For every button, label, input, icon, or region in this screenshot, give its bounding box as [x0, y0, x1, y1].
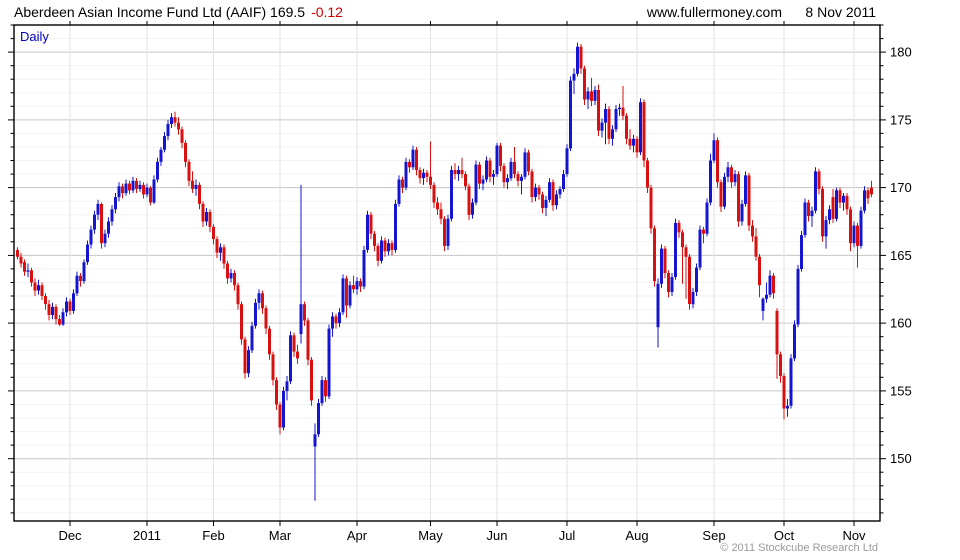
frequency-label: Daily: [20, 29, 49, 44]
svg-text:160: 160: [890, 316, 912, 331]
instrument-title: Aberdeen Asian Income Fund Ltd (AAIF) 16…: [14, 4, 306, 20]
svg-text:Dec: Dec: [58, 528, 82, 543]
report-date: 8 Nov 2011: [805, 4, 876, 20]
svg-text:Feb: Feb: [202, 528, 224, 543]
copyright-label: © 2011 Stockcube Research Ltd: [720, 542, 878, 554]
svg-text:May: May: [418, 528, 443, 543]
page-title: Aberdeen Asian Income Fund Ltd (AAIF) 16…: [14, 4, 343, 20]
chart-page: Aberdeen Asian Income Fund Ltd (AAIF) 16…: [0, 0, 960, 560]
grid-layer: [14, 24, 880, 521]
svg-text:170: 170: [890, 180, 912, 195]
svg-text:Jul: Jul: [559, 528, 576, 543]
svg-text:Sep: Sep: [702, 528, 725, 543]
candlestick-chart: 150 155 160 165 170 175 180 Dec 2011 Feb Mar Apr May…: [8, 21, 912, 543]
svg-text:Nov: Nov: [842, 528, 866, 543]
svg-text:2011: 2011: [133, 528, 161, 543]
svg-text:175: 175: [890, 112, 912, 127]
svg-text:180: 180: [890, 45, 912, 60]
svg-text:150: 150: [890, 451, 912, 466]
svg-text:155: 155: [890, 383, 912, 398]
svg-text:Oct: Oct: [774, 528, 795, 543]
site-url: www.fullermoney.com: [646, 4, 782, 20]
svg-text:165: 165: [890, 248, 912, 263]
svg-text:Apr: Apr: [347, 528, 368, 543]
svg-text:Jun: Jun: [487, 528, 508, 543]
price-change: -0.12: [311, 4, 343, 20]
svg-text:Mar: Mar: [269, 528, 292, 543]
svg-text:Aug: Aug: [625, 528, 648, 543]
